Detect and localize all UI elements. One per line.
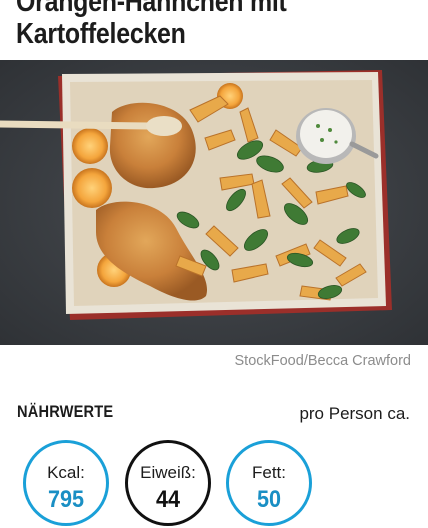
nutrition-fat-label: Fett: (251, 463, 286, 482)
nutrition-protein-circle: Eiweiß: 44 (125, 440, 211, 526)
photo-credit: StockFood/Becca Crawford (234, 353, 412, 369)
recipe-photo (0, 60, 428, 345)
recipe-title-line1: Orangen-Hähnchen mit (16, 0, 287, 18)
nutrition-protein-value: 44 (155, 486, 181, 513)
recipe-title: Orangen-Hähnchen mit Kartoffelecken (16, 0, 360, 50)
nutrition-protein-label: Eiweiß: (140, 463, 196, 482)
nutrition-kcal-value: 795 (47, 486, 85, 513)
nutrition-fat-circle: Fett: 50 (226, 440, 312, 526)
nutrition-kcal-circle: Kcal: 795 (23, 440, 109, 526)
recipe-photo-illustration (0, 60, 428, 345)
recipe-title-line2: Kartoffelecken (16, 18, 186, 50)
nutrition-heading: NÄHRWERTE (17, 402, 114, 421)
nutrition-fat-value: 50 (256, 486, 282, 513)
nutrition-per-serving: pro Person ca. (299, 404, 410, 423)
nutrition-kcal-label: Kcal: (47, 463, 85, 482)
